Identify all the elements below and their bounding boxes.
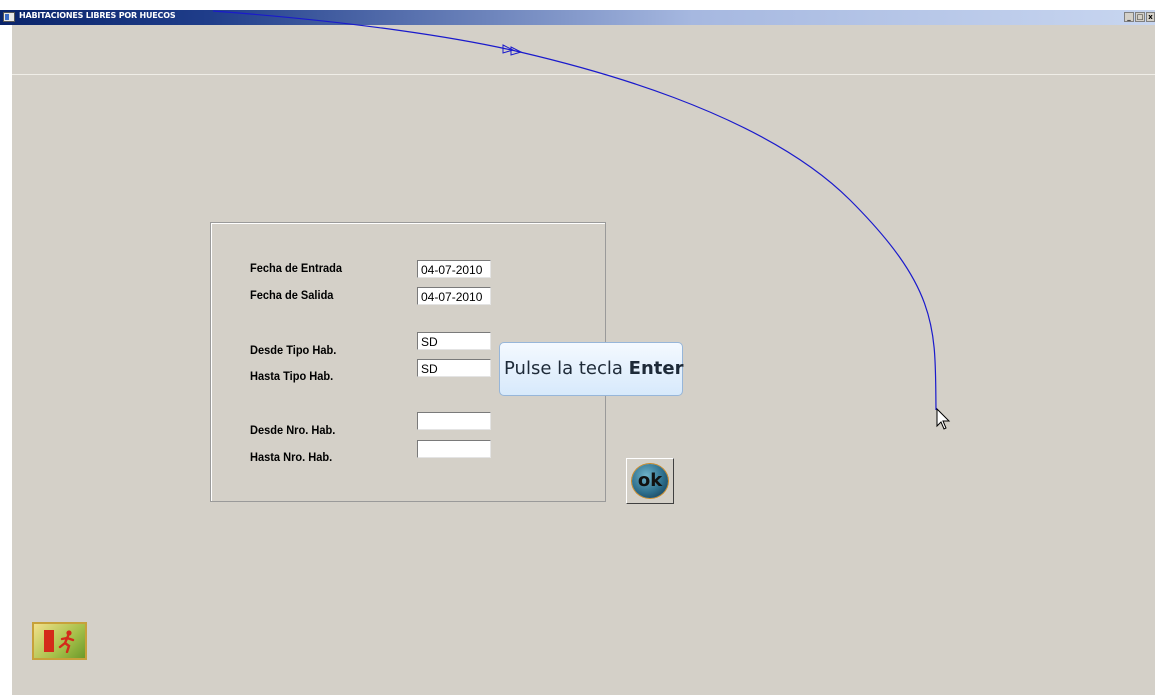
fecha-entrada-label: Fecha de Entrada <box>250 261 343 275</box>
running-person-icon <box>58 630 75 653</box>
hasta-tipo-hab-label: Hasta Tipo Hab. <box>250 369 334 383</box>
desde-nro-hab-field[interactable] <box>417 412 491 430</box>
desde-tipo-hab-label: Desde Tipo Hab. <box>250 343 337 357</box>
fecha-salida-field[interactable] <box>417 287 491 305</box>
fecha-entrada-field[interactable] <box>417 260 491 278</box>
tooltip-text: Pulse la tecla <box>504 358 629 379</box>
hasta-tipo-hab-field[interactable] <box>417 359 491 377</box>
window-client-area: Fecha de Entrada Fecha de Salida Desde T… <box>12 25 1155 695</box>
exit-button[interactable] <box>32 622 87 660</box>
hasta-nro-hab-field[interactable] <box>417 440 491 458</box>
enter-key-tooltip: Pulse la tecla Enter <box>499 342 683 396</box>
hasta-nro-hab-label: Hasta Nro. Hab. <box>250 450 333 464</box>
window-title: HABITACIONES LIBRES POR HUECOS <box>19 11 176 20</box>
desde-tipo-hab-field[interactable] <box>417 332 491 350</box>
ok-circle-icon: ok <box>632 464 668 498</box>
desde-nro-hab-label: Desde Nro. Hab. <box>250 423 336 437</box>
close-button[interactable]: x <box>1146 12 1155 22</box>
toolbar-area <box>12 25 1155 75</box>
maximize-button[interactable]: □ <box>1135 12 1145 22</box>
window-titlebar[interactable]: HABITACIONES LIBRES POR HUECOS <box>0 10 1155 25</box>
minimize-button[interactable]: _ <box>1124 12 1134 22</box>
ok-button-label: ok <box>637 470 663 491</box>
app-window-icon[interactable] <box>3 12 15 22</box>
fecha-salida-label: Fecha de Salida <box>250 288 334 302</box>
screen-top-strip <box>0 0 1155 10</box>
tooltip-key: Enter <box>628 358 684 379</box>
exit-door-icon <box>44 630 54 652</box>
ok-button[interactable]: ok <box>626 458 674 504</box>
